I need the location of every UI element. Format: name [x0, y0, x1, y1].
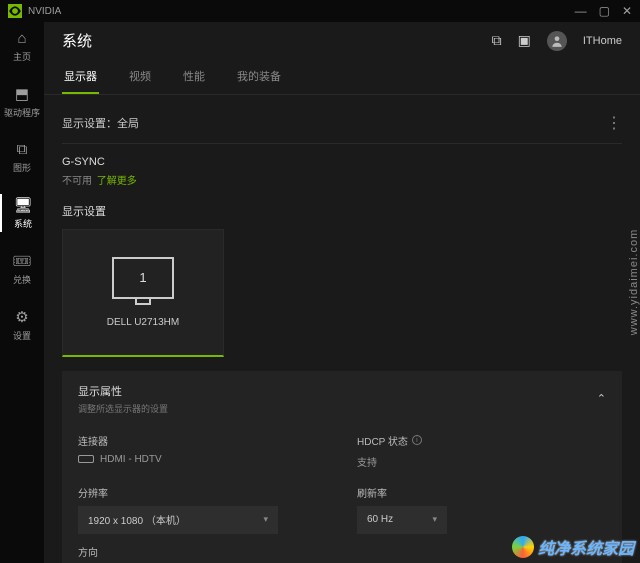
connector-field: 连接器 HDMI - HDTV: [78, 433, 327, 469]
watermark-logo-icon: [512, 536, 534, 558]
more-icon[interactable]: ⋮: [606, 113, 622, 133]
tab-performance[interactable]: 性能: [181, 60, 207, 94]
username[interactable]: ITHome: [583, 35, 622, 47]
hdcp-label: HDCP 状态 i: [357, 433, 606, 448]
sidebar-item-label: 驱动程序: [4, 106, 40, 119]
connector-value-text: HDMI - HDTV: [100, 454, 162, 465]
sidebar-item-redeem[interactable]: 🎟 兑换: [0, 250, 44, 288]
tab-gear[interactable]: 我的装备: [235, 60, 283, 94]
hdcp-value: 支持: [357, 454, 606, 469]
resolution-value: 1920 x 1080 （本机）: [88, 512, 186, 527]
resolution-field: 分辨率 1920 x 1080 （本机） ▾: [78, 475, 327, 534]
info-icon[interactable]: i: [412, 435, 422, 445]
watermark-text: 纯净系统家园: [538, 535, 634, 559]
gsync-status: 不可用 了解更多: [62, 172, 622, 187]
resolution-label: 分辨率: [78, 485, 327, 500]
connector-value: HDMI - HDTV: [78, 454, 327, 465]
gsync-title: G-SYNC: [62, 156, 622, 168]
page-title: 系统: [62, 30, 492, 51]
sidebar-item-system[interactable]: 🖥 系统: [0, 194, 44, 232]
maximize-button[interactable]: ▢: [599, 4, 610, 18]
monitor-number: 1: [139, 270, 146, 285]
user-icon: [550, 34, 564, 48]
gear-icon: ⚙: [15, 308, 28, 326]
sidebar-item-home[interactable]: ⌂ 主页: [0, 28, 44, 65]
monitor-icon: 1: [112, 257, 174, 299]
watermark-side: www.yidaimei.com: [628, 228, 640, 334]
sidebar-item-label: 图形: [13, 161, 31, 174]
connector-label: 连接器: [78, 433, 327, 448]
sidebar-item-label: 系统: [14, 217, 32, 230]
refresh-select[interactable]: 60 Hz ▾: [357, 506, 447, 534]
gsync-status-text: 不可用: [62, 176, 92, 187]
nvidia-logo-icon: [8, 4, 22, 18]
tab-video[interactable]: 视频: [127, 60, 153, 94]
monitor-name: DELL U2713HM: [107, 317, 179, 328]
attrs-title: 显示属性: [78, 383, 168, 399]
drivers-icon: ⬒: [15, 85, 29, 103]
hdcp-label-text: HDCP 状态: [357, 433, 408, 448]
refresh-label: 刷新率: [357, 485, 606, 500]
attrs-subtitle: 调整所选显示器的设置: [78, 402, 168, 415]
avatar[interactable]: [547, 31, 567, 51]
window-controls: — ▢ ✕: [575, 4, 632, 18]
sidebar: ⌂ 主页 ⬒ 驱动程序 ⧉ 图形 🖥 系统 🎟 兑换 ⚙ 设置: [0, 22, 44, 563]
titlebar: NVIDIA — ▢ ✕: [0, 0, 640, 22]
refresh-field: 刷新率 60 Hz ▾: [357, 475, 606, 534]
caret-down-icon: ▾: [432, 514, 437, 525]
sidebar-item-drivers[interactable]: ⬒ 驱动程序: [0, 83, 44, 121]
hdcp-field: HDCP 状态 i 支持: [357, 433, 606, 469]
sidebar-item-settings[interactable]: ⚙ 设置: [0, 306, 44, 344]
chevron-up-icon[interactable]: ⌃: [597, 392, 606, 405]
home-icon: ⌂: [17, 30, 26, 47]
resolution-select[interactable]: 1920 x 1080 （本机） ▾: [78, 506, 278, 534]
sidebar-item-label: 主页: [13, 50, 31, 63]
caret-down-icon: ▾: [263, 514, 268, 525]
close-button[interactable]: ✕: [622, 4, 632, 18]
header: 系统 ⧉ ▣ ITHome: [44, 22, 640, 60]
share-icon[interactable]: ⧉: [492, 32, 502, 49]
graphics-icon: ⧉: [17, 141, 28, 158]
minimize-button[interactable]: —: [575, 4, 587, 18]
display-settings-title: 显示设置: [62, 203, 622, 219]
watermark-bottom: 纯净系统家园: [512, 535, 634, 559]
tab-display[interactable]: 显示器: [62, 60, 99, 94]
sidebar-item-label: 兑换: [13, 273, 31, 286]
system-icon: 🖥: [13, 196, 32, 214]
sidebar-item-graphics[interactable]: ⧉ 图形: [0, 139, 44, 176]
learn-more-link[interactable]: 了解更多: [97, 176, 137, 187]
monitor-card[interactable]: 1 DELL U2713HM: [62, 229, 224, 357]
sidebar-item-label: 设置: [13, 329, 31, 342]
refresh-value: 60 Hz: [367, 514, 393, 525]
global-settings-row: 显示设置：全局 ⋮: [62, 107, 622, 144]
redeem-icon: 🎟: [12, 252, 31, 270]
brand-text: NVIDIA: [28, 6, 575, 17]
gsync-section: G-SYNC 不可用 了解更多: [62, 144, 622, 201]
global-settings-label: 显示设置：全局: [62, 115, 139, 131]
notification-icon[interactable]: ▣: [518, 32, 531, 49]
hdmi-icon: [78, 455, 94, 463]
tabs: 显示器 视频 性能 我的装备: [44, 60, 640, 95]
